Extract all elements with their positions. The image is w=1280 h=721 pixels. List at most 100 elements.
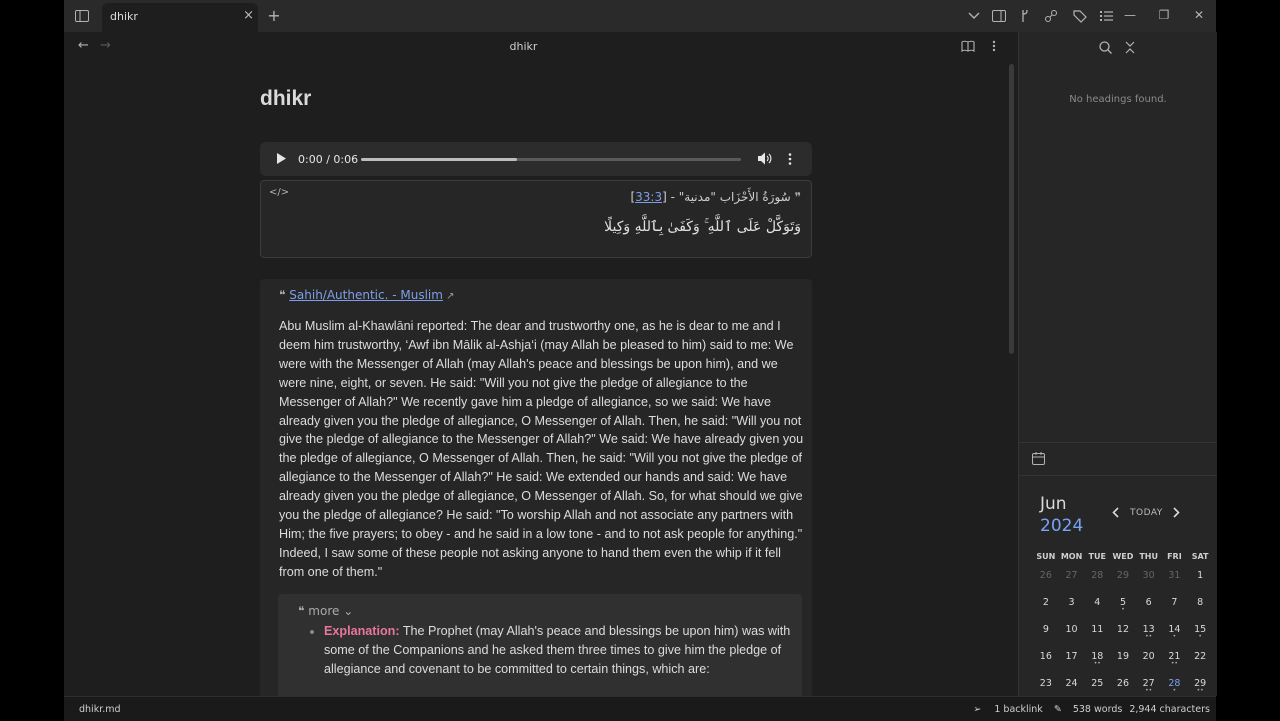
calendar-day[interactable]: 19 — [1110, 643, 1136, 670]
calendar-week: 23 24 25 26 27 •• 28 • 29 •• — [1033, 670, 1213, 697]
calendar-day[interactable]: 9 — [1033, 616, 1059, 643]
audio-seek-bar[interactable] — [361, 158, 741, 161]
calendar-day[interactable]: 31 — [1162, 562, 1188, 589]
editor-scrollbar[interactable] — [1009, 64, 1014, 354]
today-button[interactable]: TODAY — [1130, 508, 1163, 518]
calendar-day[interactable]: 17 — [1059, 643, 1085, 670]
hadith-source: ❝ Sahih/Authentic. - Muslim ↗ — [279, 288, 455, 302]
weekday-label: THU — [1139, 551, 1158, 561]
note-dots: •• — [1196, 687, 1204, 694]
calendar-day[interactable]: 8 — [1187, 589, 1213, 616]
audio-menu-icon[interactable] — [788, 153, 792, 165]
calendar-day[interactable]: 29 •• — [1187, 670, 1213, 697]
note-title[interactable]: dhikr — [260, 87, 812, 111]
calendar-day[interactable]: 3 — [1059, 589, 1085, 616]
status-file-name[interactable]: dhikr.md — [79, 704, 121, 715]
new-tab-button[interactable]: + — [266, 6, 282, 25]
char-count: 2,944 characters — [1129, 704, 1210, 715]
tab-close-button[interactable]: × — [243, 8, 254, 23]
code-icon[interactable]: </> — [269, 187, 289, 198]
view-title[interactable]: dhikr — [64, 40, 983, 53]
graph-icon[interactable] — [1043, 8, 1059, 24]
list-icon[interactable] — [1098, 8, 1114, 24]
calendar-day[interactable]: 4 — [1084, 589, 1110, 616]
view-header: ← → dhikr — [64, 32, 1017, 62]
calendar-icon[interactable] — [1032, 452, 1045, 465]
calendar-day[interactable]: 6 — [1136, 589, 1162, 616]
day-number: 11 — [1091, 624, 1104, 635]
calendar-day[interactable]: 1 — [1187, 562, 1213, 589]
calendar-day[interactable]: 29 — [1110, 562, 1136, 589]
calendar-day[interactable]: 20 — [1136, 643, 1162, 670]
calendar-day[interactable]: 26 — [1110, 670, 1136, 697]
calendar-day[interactable]: 21 •• — [1162, 643, 1188, 670]
chevron-right-icon[interactable] — [1173, 507, 1180, 518]
weekday-label: TUE — [1088, 551, 1106, 561]
day-number: 27 — [1065, 570, 1078, 581]
day-number: 17 — [1065, 651, 1078, 662]
calendar-day[interactable]: 30 — [1136, 562, 1162, 589]
calendar-day[interactable]: 5 • — [1110, 589, 1136, 616]
send-icon[interactable]: ➢ — [973, 704, 981, 715]
day-number: 16 — [1039, 651, 1052, 662]
calendar-day[interactable]: 28 — [1084, 562, 1110, 589]
more-vertical-icon[interactable] — [992, 40, 996, 52]
weekday-label: SUN — [1036, 551, 1056, 561]
calendar-day[interactable]: 18 •• — [1084, 643, 1110, 670]
calendar-day[interactable]: 7 — [1162, 589, 1188, 616]
day-number: 12 — [1116, 624, 1129, 635]
backlink-count[interactable]: 1 backlink — [994, 704, 1042, 715]
day-number: 2 — [1042, 597, 1049, 608]
calendar-day[interactable]: 2 — [1033, 589, 1059, 616]
calendar-day[interactable]: 22 — [1187, 643, 1213, 670]
search-icon[interactable] — [1099, 41, 1112, 54]
volume-icon[interactable] — [758, 152, 772, 165]
external-link-icon: ↗ — [442, 291, 455, 302]
chevron-down-icon[interactable] — [966, 8, 982, 24]
collapse-icon[interactable] — [1125, 41, 1135, 54]
calendar-day[interactable]: 11 — [1084, 616, 1110, 643]
edit-icon[interactable]: ✎ — [1054, 704, 1062, 715]
calendar-month: Jun — [1040, 494, 1067, 514]
calendar-day[interactable]: 24 — [1059, 670, 1085, 697]
note-dots: • — [1172, 633, 1177, 640]
ayah-ref-link[interactable]: 33:3 — [635, 190, 662, 204]
calendar-day[interactable]: 25 — [1084, 670, 1110, 697]
weekday-label: SAT — [1191, 551, 1209, 561]
play-icon[interactable] — [277, 153, 286, 164]
calendar-day[interactable]: 23 — [1033, 670, 1059, 697]
explanation-label: Explanation: — [324, 624, 400, 638]
editor-pane: ← → dhikr dhikr 0:00 / 0:06 </> ❞ سُورَة… — [64, 32, 1017, 696]
hadith-grade-link[interactable]: Sahih/Authentic. - Muslim — [289, 288, 443, 302]
calendar-day[interactable]: 16 — [1033, 643, 1059, 670]
chevron-left-icon[interactable] — [1112, 507, 1119, 518]
minimize-button[interactable]: — — [1122, 7, 1138, 23]
day-number: 24 — [1065, 678, 1078, 689]
tab-dhikr[interactable]: dhikr × — [102, 3, 258, 32]
calendar-day[interactable]: 13 •• — [1136, 616, 1162, 643]
calendar-day[interactable]: 28 • — [1162, 670, 1188, 697]
maximize-button[interactable]: ❐ — [1156, 7, 1172, 23]
sidebar-toggle-icon[interactable] — [74, 8, 90, 24]
close-window-button[interactable]: ✕ — [1191, 7, 1207, 23]
calendar-day[interactable]: 15 • — [1187, 616, 1213, 643]
calendar-day[interactable]: 14 • — [1162, 616, 1188, 643]
day-number: 19 — [1116, 651, 1129, 662]
calendar-day[interactable]: 27 •• — [1136, 670, 1162, 697]
calendar-day[interactable]: 10 — [1059, 616, 1085, 643]
day-number: 9 — [1042, 624, 1049, 635]
calendar-day[interactable]: 27 — [1059, 562, 1085, 589]
day-number: 31 — [1168, 570, 1181, 581]
day-number: 10 — [1065, 624, 1078, 635]
day-number: 4 — [1094, 597, 1101, 608]
layout-icon[interactable] — [991, 8, 1007, 24]
explanation-list: Explanation: The Prophet (may Allah's pe… — [306, 622, 804, 679]
calendar-day[interactable]: 12 — [1110, 616, 1136, 643]
book-icon[interactable] — [961, 40, 975, 52]
branch-icon[interactable] — [1017, 8, 1033, 24]
quran-callout: </> ❞ سُورَةُ الأَحْزَاب "مدنية" - [33:3… — [260, 180, 812, 258]
right-sidebar: No headings found. Jun 2024 TODAY SUN MON… — [1018, 32, 1217, 696]
more-toggle[interactable]: ❝ more ⌄ — [298, 604, 353, 618]
calendar-day[interactable]: 26 — [1033, 562, 1059, 589]
tags-icon[interactable] — [1072, 8, 1088, 24]
